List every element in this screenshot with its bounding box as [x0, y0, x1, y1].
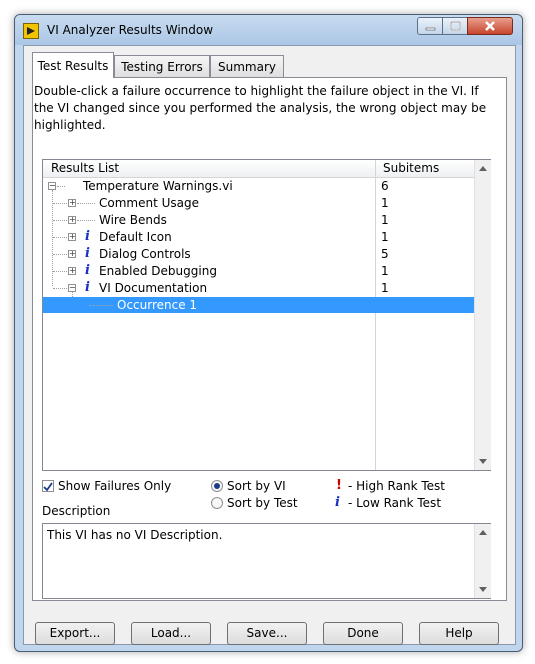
results-tree[interactable]: Results List Subitems − Temperature Warn… — [42, 159, 491, 471]
expand-icon[interactable]: + — [68, 250, 76, 258]
scroll-up-icon[interactable] — [479, 530, 487, 535]
done-button[interactable]: Done — [323, 622, 403, 645]
results-list-header[interactable]: Results List — [51, 161, 119, 175]
maximize-button[interactable] — [442, 17, 468, 35]
tree-line — [53, 254, 67, 256]
labview-app-icon — [23, 23, 39, 39]
tree-line — [57, 186, 65, 188]
tree-row-count: 1 — [381, 196, 389, 210]
tree-row[interactable]: + Wire Bends 1 — [43, 212, 474, 228]
high-rank-legend: - High Rank Test — [348, 479, 445, 493]
collapse-icon[interactable]: − — [48, 182, 56, 190]
sort-by-vi-radio[interactable] — [211, 480, 223, 492]
title-bar[interactable]: VI Analyzer Results Window — [15, 15, 522, 45]
tree-row[interactable]: + i Enabled Debugging 1 — [43, 263, 474, 279]
low-rank-legend: - Low Rank Test — [348, 496, 442, 510]
tree-row-label: Enabled Debugging — [99, 264, 217, 278]
export-button[interactable]: Export... — [35, 622, 115, 645]
show-failures-label[interactable]: Show Failures Only — [58, 479, 171, 493]
scroll-down-icon[interactable] — [479, 459, 487, 464]
analyzer-window: VI Analyzer Results Window Test Results … — [14, 14, 523, 652]
tree-line — [77, 203, 95, 205]
instructions-text: Double-click a failure occurrence to hig… — [34, 84, 487, 132]
info-icon: i — [85, 246, 90, 261]
minimize-button[interactable] — [417, 17, 443, 35]
show-failures-checkbox[interactable] — [42, 480, 54, 492]
sort-by-vi-label[interactable]: Sort by VI — [227, 479, 286, 493]
tree-row-label: Temperature Warnings.vi — [83, 179, 233, 193]
tree-row-label: VI Documentation — [99, 281, 208, 295]
description-label: Description — [42, 504, 111, 518]
info-icon: i — [85, 280, 90, 295]
info-icon: i — [85, 263, 90, 278]
sort-by-test-label[interactable]: Sort by Test — [227, 496, 298, 510]
tree-row-count: 1 — [381, 281, 389, 295]
tree-row-count: 6 — [381, 179, 389, 193]
tree-row-selected[interactable]: Occurrence 1 — [43, 297, 474, 313]
tree-row[interactable]: − Temperature Warnings.vi 6 — [43, 178, 474, 194]
description-box[interactable]: This VI has no VI Description. — [42, 523, 491, 599]
low-rank-icon: i — [335, 495, 340, 510]
description-scrollbar[interactable] — [474, 524, 491, 598]
collapse-icon[interactable]: − — [68, 284, 76, 292]
tree-line — [53, 237, 67, 239]
tab-test-results[interactable]: Test Results — [32, 52, 114, 78]
tree-row-label: Default Icon — [99, 230, 172, 244]
subitems-header[interactable]: Subitems — [383, 161, 439, 175]
expand-icon[interactable]: + — [68, 216, 76, 224]
tree-row[interactable]: − i VI Documentation 1 — [43, 280, 474, 296]
scroll-down-icon[interactable] — [479, 587, 487, 592]
tree-line — [53, 203, 67, 205]
load-button[interactable]: Load... — [131, 622, 211, 645]
minimize-icon — [425, 27, 436, 31]
tree-row-count: 1 — [381, 264, 389, 278]
tab-summary[interactable]: Summary — [210, 55, 284, 77]
tree-line — [53, 288, 67, 290]
close-button[interactable] — [467, 17, 513, 35]
tree-row-label: Wire Bends — [99, 213, 167, 227]
tree-row-count: 1 — [381, 213, 389, 227]
description-text: This VI has no VI Description. — [47, 528, 223, 542]
save-button[interactable]: Save... — [227, 622, 307, 645]
close-icon — [485, 21, 495, 31]
tab-testing-errors[interactable]: Testing Errors — [114, 55, 210, 77]
tree-row-count: 1 — [381, 230, 389, 244]
window-content: Test Results Testing Errors Summary Doub… — [23, 45, 516, 645]
tree-row-count: 5 — [381, 247, 389, 261]
tree-line — [53, 271, 67, 273]
window-title: VI Analyzer Results Window — [47, 23, 214, 37]
high-rank-icon: ! — [336, 478, 342, 493]
tree-scrollbar[interactable] — [474, 160, 491, 470]
tree-row-label: Comment Usage — [99, 196, 199, 210]
tree-row-label: Occurrence 1 — [117, 298, 198, 312]
expand-icon[interactable]: + — [68, 199, 76, 207]
maximize-icon — [450, 21, 461, 31]
tree-row-label: Dialog Controls — [99, 247, 191, 261]
sort-by-test-radio[interactable] — [211, 497, 223, 509]
tree-header: Results List Subitems — [43, 160, 474, 178]
tree-line — [77, 220, 95, 222]
scroll-up-icon[interactable] — [479, 166, 487, 171]
tree-row[interactable]: + i Dialog Controls 5 — [43, 246, 474, 262]
checkmark-icon — [43, 482, 53, 492]
expand-icon[interactable]: + — [68, 267, 76, 275]
expand-icon[interactable]: + — [68, 233, 76, 241]
tree-row[interactable]: + Comment Usage 1 — [43, 195, 474, 211]
help-button[interactable]: Help — [419, 622, 499, 645]
info-icon: i — [85, 229, 90, 244]
tree-line — [53, 220, 67, 222]
tree-row[interactable]: + i Default Icon 1 — [43, 229, 474, 245]
tree-line — [89, 305, 113, 307]
